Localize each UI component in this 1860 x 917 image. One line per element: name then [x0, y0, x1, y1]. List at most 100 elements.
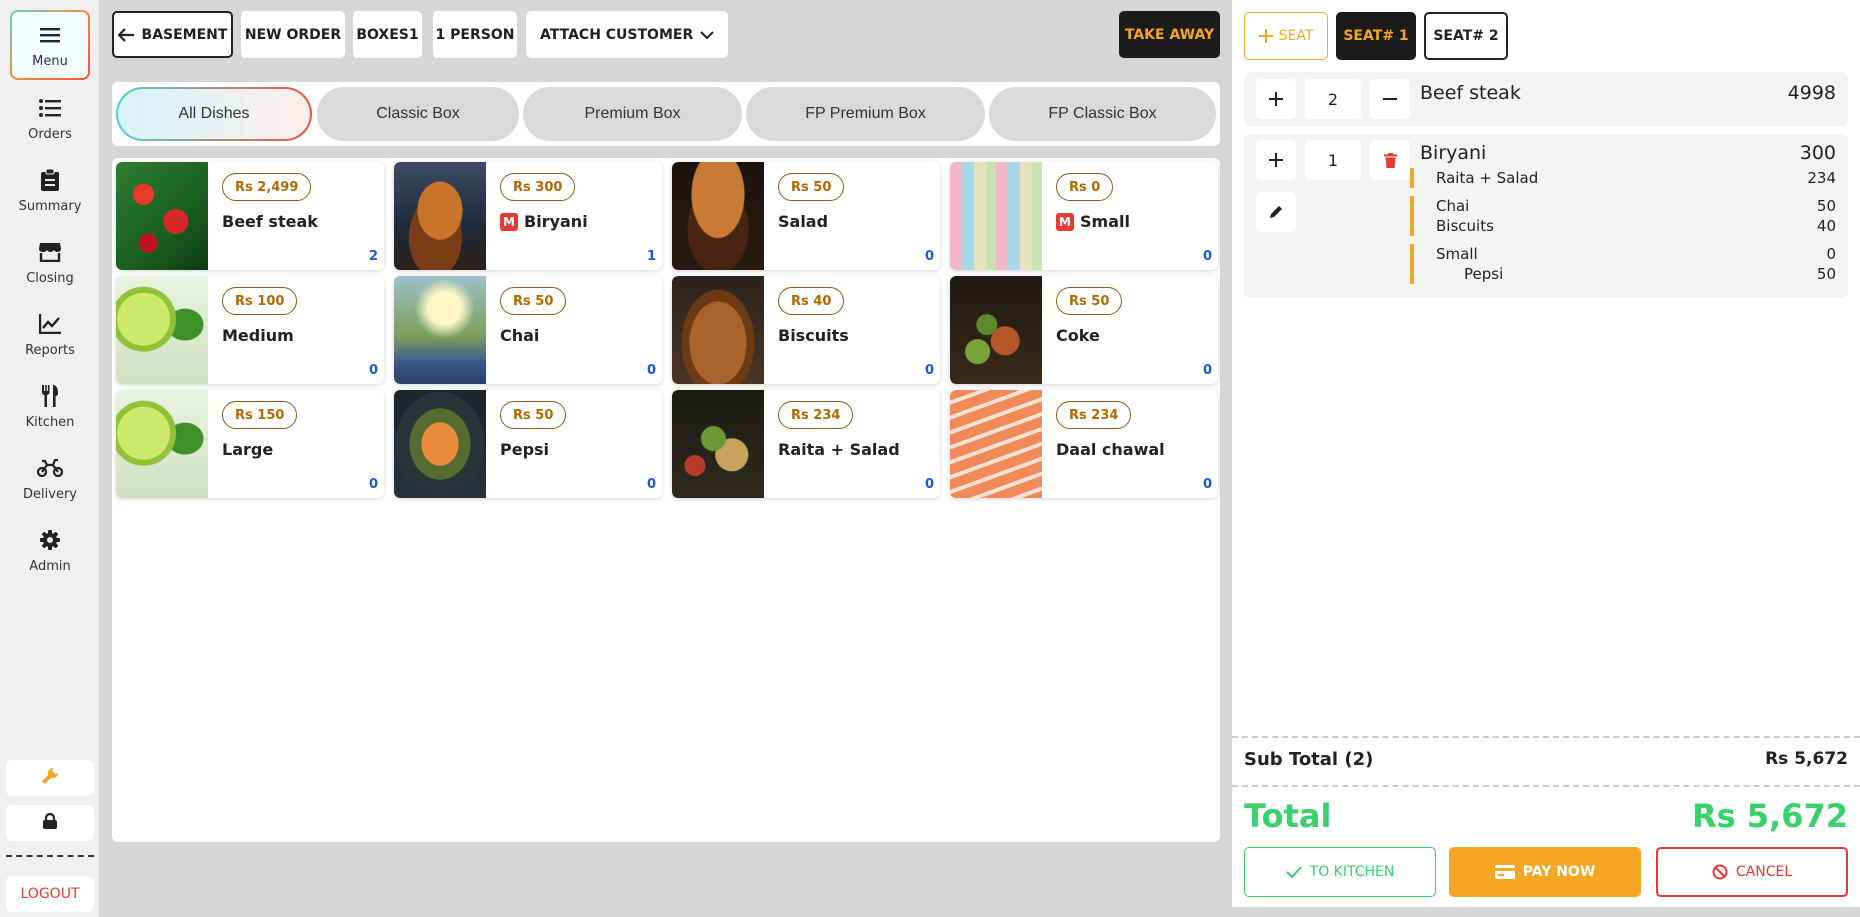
increment-button[interactable]	[1256, 140, 1296, 180]
dish-name: Raita + Salad	[778, 440, 900, 459]
dish-price: Rs 50	[778, 173, 845, 201]
dish-count: 0	[924, 363, 934, 378]
wrench-button[interactable]	[6, 760, 94, 796]
sidebar-item-menu[interactable]: Menu	[10, 10, 90, 80]
addon-name: Pepsi	[1464, 265, 1504, 283]
sidebar-item-summary[interactable]: Summary	[0, 156, 100, 224]
dish-name: M Biryani	[500, 212, 588, 231]
clipboard-icon	[37, 167, 63, 193]
sidebar-item-orders[interactable]: Orders	[0, 84, 100, 152]
dish-card[interactable]: Rs 50 Chai 0	[394, 276, 662, 384]
cancel-label: CANCEL	[1735, 864, 1793, 880]
sidebar-item-closing[interactable]: Closing	[0, 228, 100, 296]
total-label: Total	[1244, 797, 1332, 835]
seat-1-button[interactable]: SEAT# 1	[1336, 12, 1416, 60]
new-order-button[interactable]: NEW ORDER	[241, 11, 345, 58]
line-chart-icon	[37, 311, 63, 337]
dish-card[interactable]: Rs 234 Daal chawal 0	[950, 390, 1218, 498]
add-seat-button[interactable]: SEAT	[1244, 12, 1328, 60]
chevron-down-icon	[700, 30, 714, 39]
dish-card[interactable]: Rs 0 M Small 0	[950, 162, 1218, 270]
delete-item-button[interactable]	[1370, 140, 1410, 180]
credit-card-icon	[1494, 865, 1515, 879]
dish-card[interactable]: Rs 300 M Biryani 1	[394, 162, 662, 270]
quantity-value[interactable]: 1	[1305, 140, 1361, 180]
addon-price: 40	[1816, 217, 1836, 235]
dish-count: 0	[646, 477, 656, 492]
dish-count: 2	[368, 249, 378, 264]
addon-price: 0	[1826, 245, 1836, 263]
back-basement-button[interactable]: BASEMENT	[112, 11, 233, 58]
lock-icon	[43, 812, 57, 833]
ban-icon	[1712, 864, 1728, 880]
dish-card[interactable]: Rs 50 Pepsi 0	[394, 390, 662, 498]
addon-price: 50	[1816, 265, 1836, 283]
dish-card[interactable]: Rs 50 Coke 0	[950, 276, 1218, 384]
sidebar-item-label: Closing	[26, 270, 74, 286]
dish-card[interactable]: Rs 234 Raita + Salad 0	[672, 390, 940, 498]
order-panel: SEAT SEAT# 1 SEAT# 2 2 Beef steak 4998 1…	[1232, 0, 1860, 907]
increment-button[interactable]	[1256, 79, 1296, 119]
attach-customer-dropdown[interactable]: ATTACH CUSTOMER	[526, 11, 728, 58]
to-kitchen-button[interactable]: TO KITCHEN	[1244, 847, 1436, 897]
tab-fp-premium-box[interactable]: FP Premium Box	[746, 87, 985, 141]
order-item-card: 1 Biryani 300 Raita + Salad 234 Chai 50 …	[1244, 134, 1848, 298]
dish-price: Rs 234	[778, 401, 854, 429]
order-item-name: Biryani	[1420, 142, 1487, 164]
dish-card[interactable]: Rs 150 Large 0	[116, 390, 384, 498]
dish-price: Rs 0	[1056, 173, 1114, 201]
dish-image	[672, 162, 764, 270]
seat-2-button[interactable]: SEAT# 2	[1424, 12, 1508, 60]
sidebar-item-admin[interactable]: Admin	[0, 516, 100, 584]
plus-icon	[1258, 29, 1273, 43]
pay-now-label: PAY NOW	[1522, 864, 1596, 880]
dish-name-text: Pepsi	[500, 440, 550, 459]
tab-fp-classic-box[interactable]: FP Classic Box	[989, 87, 1216, 141]
back-label: BASEMENT	[141, 26, 228, 43]
sidebar-item-label: Delivery	[23, 486, 77, 502]
dish-name: Beef steak	[222, 212, 318, 231]
wrench-icon	[42, 768, 58, 788]
addon-group-bar	[1410, 196, 1414, 236]
pay-now-button[interactable]: PAY NOW	[1449, 847, 1641, 897]
sidebar-item-delivery[interactable]: Delivery	[0, 444, 100, 512]
sidebar-item-label: Reports	[25, 342, 75, 358]
dish-price: Rs 50	[500, 287, 567, 315]
sidebar-item-kitchen[interactable]: Kitchen	[0, 372, 100, 440]
edit-item-button[interactable]	[1256, 192, 1296, 232]
tab-premium-box[interactable]: Premium Box	[523, 87, 742, 141]
dish-name-text: Chai	[500, 326, 540, 345]
addon-name: Raita + Salad	[1436, 169, 1539, 187]
utensils-icon	[37, 383, 63, 409]
sidebar-item-label: Menu	[32, 53, 68, 69]
addon-name: Chai	[1436, 197, 1470, 215]
dish-card[interactable]: Rs 40 Biscuits 0	[672, 276, 940, 384]
dish-name: Large	[222, 440, 273, 459]
dish-count: 0	[924, 477, 934, 492]
person-count-button[interactable]: 1 PERSON	[433, 11, 517, 58]
dish-image	[116, 276, 208, 384]
dish-image	[116, 162, 208, 270]
dish-name-text: Coke	[1056, 326, 1100, 345]
hamburger-menu-icon	[37, 22, 63, 48]
boxes-button[interactable]: BOXES1	[353, 11, 422, 58]
logout-button[interactable]: LOGOUT	[6, 876, 94, 912]
to-kitchen-label: TO KITCHEN	[1309, 864, 1395, 880]
sidebar-item-label: Orders	[28, 126, 72, 142]
dish-card[interactable]: Rs 100 Medium 0	[116, 276, 384, 384]
decrement-button[interactable]	[1370, 79, 1410, 119]
sidebar-item-reports[interactable]: Reports	[0, 300, 100, 368]
pencil-icon	[1269, 205, 1283, 219]
dish-card[interactable]: Rs 2,499 Beef steak 2	[116, 162, 384, 270]
quantity-value[interactable]: 2	[1305, 79, 1361, 119]
lock-button[interactable]	[6, 805, 94, 841]
total-value: Rs 5,672	[1691, 797, 1848, 835]
add-seat-label: SEAT	[1278, 28, 1314, 44]
dish-name: Daal chawal	[1056, 440, 1165, 459]
tab-classic-box[interactable]: Classic Box	[317, 87, 519, 141]
dish-card[interactable]: Rs 50 Salad 0	[672, 162, 940, 270]
cancel-button[interactable]: CANCEL	[1656, 847, 1848, 897]
take-away-button[interactable]: TAKE AWAY	[1119, 11, 1220, 58]
tab-all-dishes[interactable]: All Dishes	[116, 87, 312, 141]
attach-customer-label: ATTACH CUSTOMER	[540, 26, 694, 43]
